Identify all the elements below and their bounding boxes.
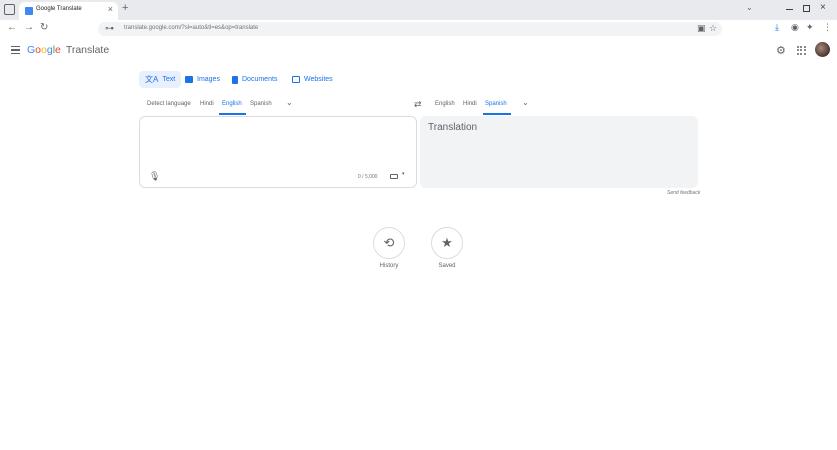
history-label: History <box>379 263 399 269</box>
site-info-icon[interactable]: ⊶ <box>105 23 114 34</box>
extension-icon[interactable]: ✦ <box>806 22 814 33</box>
google-apps-icon[interactable] <box>797 46 806 55</box>
microphone-icon[interactable]: 🎙 <box>149 171 160 182</box>
tab-title: Google Translate <box>36 6 82 12</box>
browser-tab-strip: Google Translate × + ⌄ × <box>0 0 837 20</box>
keyboard-icon[interactable] <box>390 174 398 179</box>
source-lang-spanish[interactable]: Spanish <box>250 101 272 107</box>
target-language-bar: English Hindi Spanish ⌄ <box>430 97 700 115</box>
saved-label: Saved <box>438 263 456 269</box>
settings-gear-icon[interactable]: ⚙ <box>776 44 786 57</box>
character-counter: 0 / 5,000 <box>358 174 378 180</box>
translate-favicon-icon <box>25 7 33 15</box>
browser-toolbar: ← → ↻ ⊶ translate.google.com/?sl=auto&tl… <box>0 20 837 38</box>
reload-button[interactable]: ↻ <box>40 22 48 33</box>
back-button[interactable]: ← <box>7 22 17 33</box>
image-icon <box>185 76 193 83</box>
address-bar[interactable]: ⊶ translate.google.com/?sl=auto&tl=es&op… <box>98 22 722 36</box>
maximize-button[interactable] <box>803 5 810 12</box>
target-lang-english[interactable]: English <box>435 101 455 107</box>
window-close-button[interactable]: × <box>820 2 826 13</box>
target-lang-hindi[interactable]: Hindi <box>463 101 477 107</box>
input-tools-caret-icon[interactable]: ▾ <box>402 171 405 177</box>
url-text[interactable]: translate.google.com/?sl=auto&tl=es&op=t… <box>124 25 258 31</box>
tab-text[interactable]: 文A Text <box>139 71 182 88</box>
tab-close-icon[interactable]: × <box>108 4 113 14</box>
translate-page-icon[interactable]: ▣ <box>697 23 706 34</box>
target-active-indicator <box>483 113 511 115</box>
source-lang-english[interactable]: English <box>222 101 242 107</box>
tab-websites[interactable]: Websites <box>286 71 339 88</box>
target-lang-spanish[interactable]: Spanish <box>485 101 507 107</box>
product-name: Translate <box>65 44 110 56</box>
new-tab-button[interactable]: + <box>122 2 128 14</box>
google-translate-logo[interactable]: Google Translate <box>27 44 109 56</box>
minimize-button[interactable] <box>786 9 793 10</box>
document-icon <box>232 75 238 84</box>
history-button[interactable]: ⟲ <box>373 227 405 259</box>
send-feedback-link[interactable]: Send feedback <box>667 190 700 196</box>
tab-search-icon[interactable] <box>4 4 15 15</box>
source-language-bar: Detect language Hindi English Spanish ⌄ <box>139 97 409 115</box>
text-icon: 文A <box>145 75 159 84</box>
website-icon <box>292 76 300 83</box>
swap-languages-icon[interactable]: ⇄ <box>414 99 422 110</box>
tab-images[interactable]: Images <box>179 71 226 88</box>
profile-sync-icon[interactable]: ◉ <box>791 22 799 33</box>
source-more-languages-chevron-icon[interactable]: ⌄ <box>286 98 293 107</box>
tab-list-chevron-icon[interactable]: ⌄ <box>746 3 753 12</box>
translation-output-panel: Translation <box>420 116 698 188</box>
source-text-panel[interactable]: 🎙 0 / 5,000 ▾ <box>139 116 417 188</box>
main-menu-icon[interactable] <box>11 46 20 56</box>
app-header: Google Translate ⚙ <box>0 38 837 64</box>
translation-placeholder: Translation <box>428 122 478 133</box>
tab-documents[interactable]: Documents <box>226 71 283 88</box>
forward-button[interactable]: → <box>24 22 34 33</box>
browser-menu-icon[interactable]: ⋮ <box>823 22 832 33</box>
download-icon[interactable]: ⤓ <box>775 22 779 33</box>
star-icon: ★ <box>441 235 453 250</box>
history-icon: ⟲ <box>383 235 395 250</box>
saved-button[interactable]: ★ <box>431 227 463 259</box>
browser-tab[interactable]: Google Translate × <box>19 2 118 20</box>
bookmark-star-icon[interactable]: ☆ <box>709 23 717 34</box>
target-more-languages-chevron-icon[interactable]: ⌄ <box>522 98 529 107</box>
source-lang-detect[interactable]: Detect language <box>147 101 191 107</box>
account-avatar[interactable] <box>815 42 830 57</box>
source-active-indicator <box>219 113 246 115</box>
source-lang-hindi[interactable]: Hindi <box>200 101 214 107</box>
